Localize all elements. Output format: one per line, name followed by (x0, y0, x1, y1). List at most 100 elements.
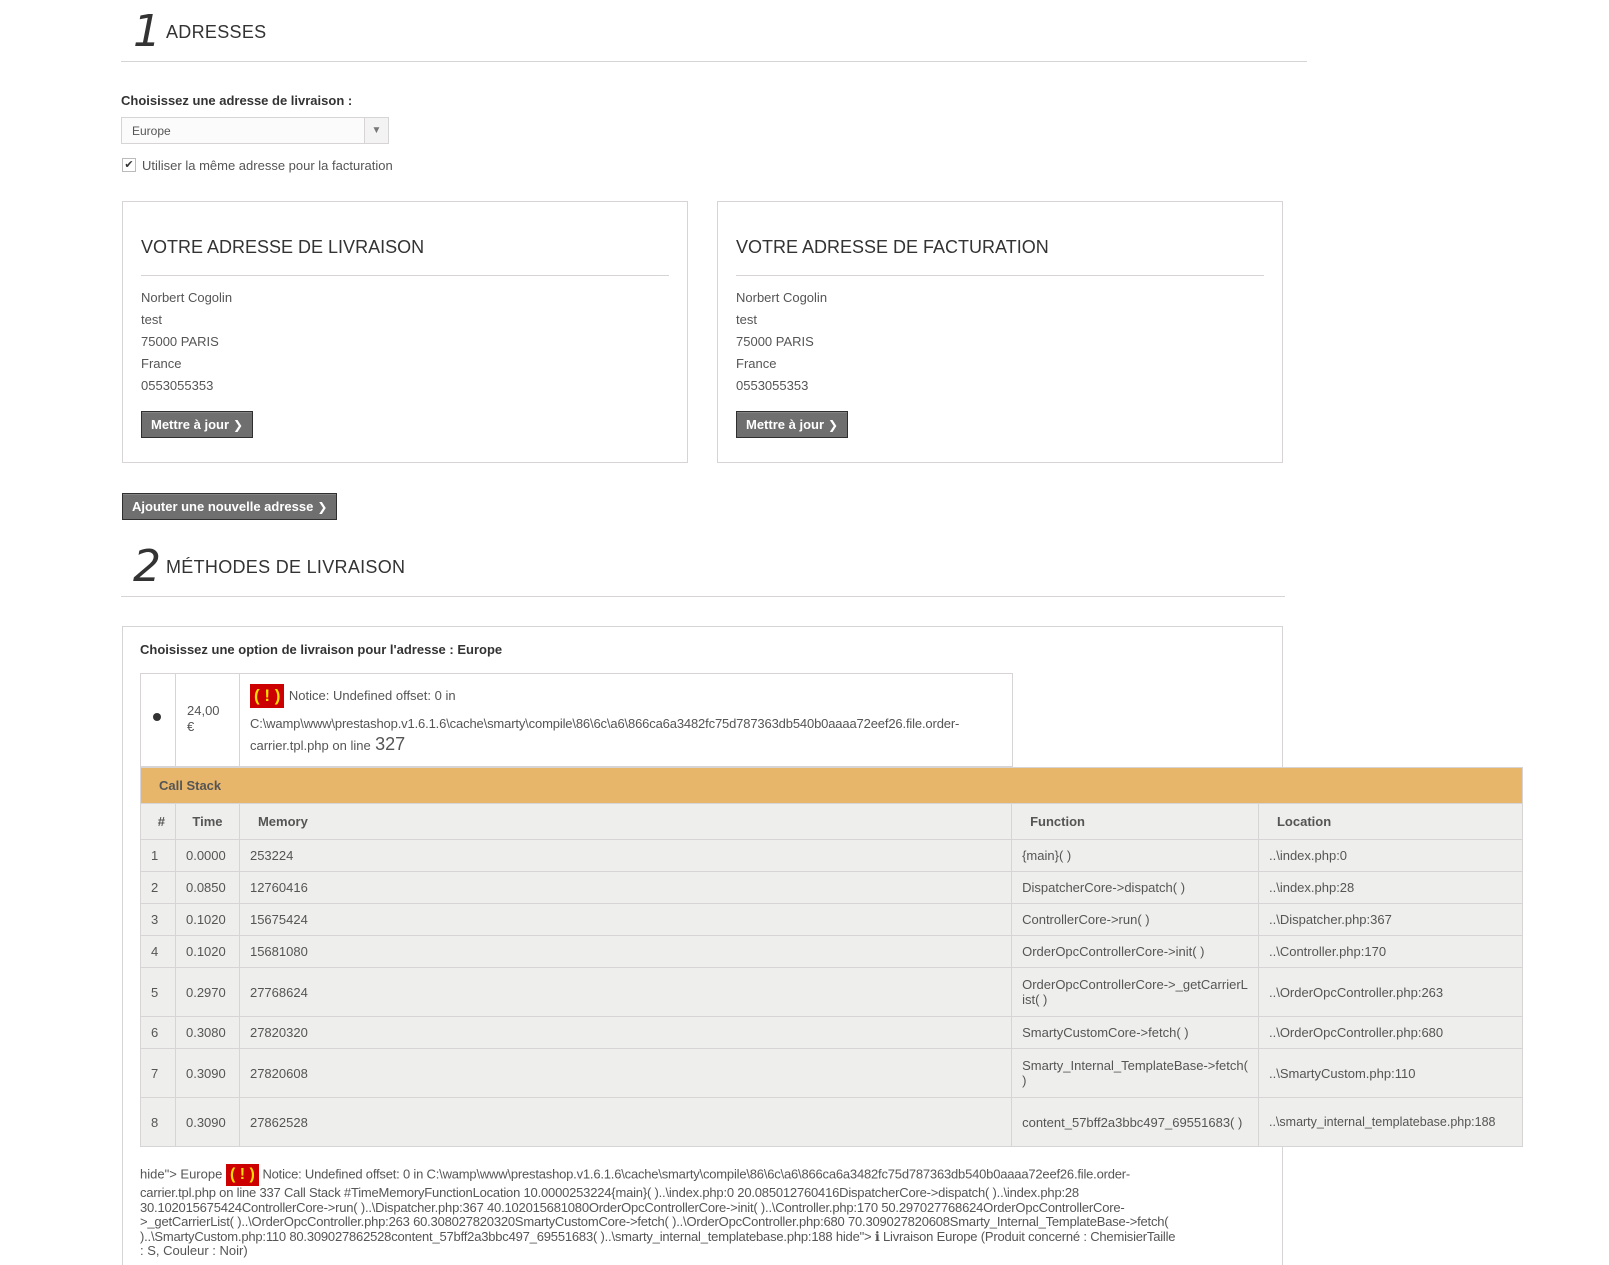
chevron-right-icon: ❯ (317, 500, 328, 514)
step-2-heading: 2 MÉTHODES DE LIVRAISON (121, 535, 1285, 597)
cell-memory: 12760416 (238, 871, 1013, 904)
cell-function: DispatcherCore->dispatch( ) (1011, 871, 1259, 904)
billing-address-title: VOTRE ADRESSE DE FACTURATION (736, 237, 1049, 257)
delivery-price: 24,00 (187, 703, 220, 718)
same-billing-label: Utiliser la même adresse pour la factura… (142, 158, 393, 173)
button-label: Mettre à jour (746, 417, 825, 432)
cell-memory: 15675424 (238, 903, 1013, 936)
chevron-down-icon[interactable]: ▼ (364, 118, 388, 143)
bottom-notice-line: 30.102015675424ControllerCore->run( )..\… (140, 1199, 1125, 1215)
step-1-heading: 1 ADRESSES (121, 0, 1307, 62)
notice-line-number: 327 (375, 734, 406, 754)
column-header: Memory (238, 803, 1013, 840)
table-row: 5 0.2970 27768624 OrderOpcControllerCore… (140, 967, 1524, 1017)
cell-location: ..\Dispatcher.php:367 (1257, 903, 1524, 936)
cell-location: ..\index.php:28 (1257, 871, 1524, 904)
cell-memory: 27820320 (238, 1016, 1013, 1049)
button-label: Ajouter une nouvelle adresse (132, 499, 314, 514)
address-name: Norbert Cogolin (141, 290, 233, 305)
address-select-label: Choisissez une adresse de livraison : (121, 93, 353, 108)
cell-memory: 253224 (238, 839, 1013, 872)
cell-time: 0.3090 (174, 1048, 240, 1098)
call-stack-title: Call Stack (140, 767, 1523, 804)
notice-path: C:\wamp\www\prestashop.v1.6.1.6\cache\sm… (250, 716, 960, 731)
cell-time: 0.3090 (174, 1097, 240, 1147)
address-name: Norbert Cogolin (736, 290, 828, 305)
address-line: test (141, 312, 162, 327)
delivery-address-box: VOTRE ADRESSE DE LIVRAISON Norbert Cogol… (122, 201, 688, 463)
button-label: Mettre à jour (151, 417, 230, 432)
step-number: 2 (133, 541, 161, 592)
cell-function: Smarty_Internal_TemplateBase->fetch( ) (1011, 1048, 1259, 1098)
cell-location: ..\index.php:0 (1257, 839, 1524, 872)
address-select[interactable]: Europe ▼ (121, 117, 389, 144)
update-delivery-address-button[interactable]: Mettre à jour ❯ (141, 411, 254, 438)
bottom-notice-line: carrier.tpl.php on line 337 Call Stack #… (140, 1185, 1079, 1200)
column-header: Function (1011, 803, 1259, 840)
address-select-value: Europe (132, 124, 171, 138)
call-stack-table: Call Stack # Time Memory Function Locati… (140, 767, 1524, 1147)
cell-time: 0.1020 (174, 903, 240, 936)
step-title: ADRESSES (166, 22, 267, 42)
cell-location: ..\OrderOpcController.php:263 (1257, 967, 1524, 1017)
cell-time: 0.1020 (174, 935, 240, 968)
cell-memory: 15681080 (238, 935, 1013, 968)
address-phone: 0553055353 (736, 378, 809, 393)
add-address-button[interactable]: Ajouter une nouvelle adresse ❯ (122, 493, 338, 520)
notice-path-end: carrier.tpl.php on line (250, 738, 371, 753)
table-row: 4 0.1020 15681080 OrderOpcControllerCore… (140, 935, 1524, 968)
cell-function: {main}( ) (1011, 839, 1259, 872)
table-row: 6 0.3080 27820320 SmartyCustomCore->fetc… (140, 1016, 1524, 1049)
error-icon: ( ! ) (250, 684, 285, 708)
address-city: 75000 PARIS (736, 334, 814, 349)
address-phone: 0553055353 (141, 378, 214, 393)
cell-location: ..\OrderOpcController.php:680 (1257, 1016, 1524, 1049)
cell-index: 5 (140, 967, 176, 1017)
update-billing-address-button[interactable]: Mettre à jour ❯ (736, 411, 849, 438)
address-city: 75000 PARIS (141, 334, 219, 349)
cell-time: 0.2970 (174, 967, 240, 1017)
table-row: 8 0.3090 27862528 content_57bff2a3bbc497… (140, 1097, 1524, 1147)
bottom-notice-line: : S, Couleur : Noir) (140, 1243, 248, 1258)
notice-block: ( ! ) Notice: Undefined offset: 0 in (250, 684, 1010, 708)
cell-time: 0.0850 (174, 871, 240, 904)
table-row: 2 0.0850 12760416 DispatcherCore->dispat… (140, 871, 1524, 904)
carrier-heading: Choisissez une option de livraison pour … (140, 642, 503, 657)
cell-index: 8 (140, 1097, 176, 1147)
delivery-option-radio[interactable] (153, 713, 161, 721)
table-row: 1 0.0000 253224 {main}( ) ..\index.php:0 (140, 839, 1524, 872)
notice-line-wrap: carrier.tpl.php on line 327 (250, 734, 405, 755)
cell-index: 1 (140, 839, 176, 872)
cell-location: ..\smarty_internal_templatebase.php:188 (1257, 1097, 1524, 1147)
delivery-address-title: VOTRE ADRESSE DE LIVRAISON (141, 237, 425, 257)
cell-index: 2 (140, 871, 176, 904)
cell-memory: 27862528 (238, 1097, 1013, 1147)
cell-function: content_57bff2a3bbc497_69551683( ) (1011, 1097, 1259, 1147)
notice-text: Notice: Undefined offset: 0 in (288, 688, 456, 704)
bottom-notice: hide"> Europe ( ! ) Notice: Undefined of… (140, 1164, 1270, 1259)
error-icon: ( ! ) (225, 1164, 259, 1186)
cell-function: SmartyCustomCore->fetch( ) (1011, 1016, 1259, 1049)
cell-index: 4 (140, 935, 176, 968)
cell-function: ControllerCore->run( ) (1011, 903, 1259, 936)
delivery-option-row[interactable]: 24,00 € ( ! ) Notice: Undefined offset: … (140, 673, 1013, 767)
cell-index: 3 (140, 903, 176, 936)
table-row: 7 0.3090 27820608 Smarty_Internal_Templa… (140, 1048, 1524, 1098)
bottom-notice-line: >_getCarrierList( )..\OrderOpcController… (140, 1214, 1169, 1229)
cell-memory: 27820608 (238, 1048, 1013, 1098)
address-country: France (736, 356, 777, 371)
divider (736, 275, 1264, 276)
chevron-right-icon: ❯ (828, 418, 839, 432)
address-country: France (141, 356, 182, 371)
bottom-notice-line: hide"> Europe ( ! ) Notice: Undefined of… (140, 1164, 1270, 1186)
column-header: Location (1257, 803, 1524, 840)
delivery-currency: € (187, 719, 195, 734)
same-billing-checkbox[interactable]: ✔ (122, 158, 136, 172)
bottom-notice-text: Notice: Undefined offset: 0 in C:\wamp\w… (262, 1166, 1131, 1182)
cell-memory: 27768624 (238, 967, 1013, 1017)
cell-index: 7 (140, 1048, 176, 1098)
cell-location: ..\Controller.php:170 (1257, 935, 1524, 968)
cell-time: 0.3080 (174, 1016, 240, 1049)
table-row: 3 0.1020 15675424 ControllerCore->run( )… (140, 903, 1524, 936)
cell-location: ..\SmartyCustom.php:110 (1257, 1048, 1524, 1098)
